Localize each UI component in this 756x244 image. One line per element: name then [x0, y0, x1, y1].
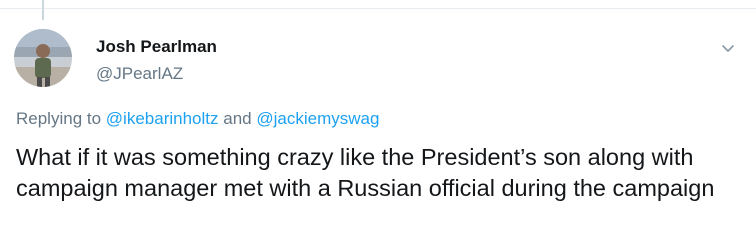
avatar[interactable]: [14, 29, 72, 87]
thread-connector-line: [42, 0, 44, 20]
author-handle[interactable]: @JPearlAZ: [96, 64, 183, 84]
avatar-photo-icon: [14, 29, 72, 87]
author-display-name[interactable]: Josh Pearlman: [96, 37, 217, 57]
replying-to-line: Replying to @ikebarinholtz and @jackiemy…: [16, 108, 379, 130]
replying-conjunction: and: [223, 109, 252, 128]
tweet-menu-button[interactable]: [720, 40, 736, 56]
chevron-down-icon: [722, 45, 734, 52]
top-divider: [0, 8, 756, 9]
mention-link-jackiemyswag[interactable]: @jackiemyswag: [256, 109, 379, 128]
mention-link-ikebarinholtz[interactable]: @ikebarinholtz: [106, 109, 219, 128]
tweet-text: What if it was something crazy like the …: [16, 144, 715, 201]
replying-to-label: Replying to: [16, 109, 102, 128]
